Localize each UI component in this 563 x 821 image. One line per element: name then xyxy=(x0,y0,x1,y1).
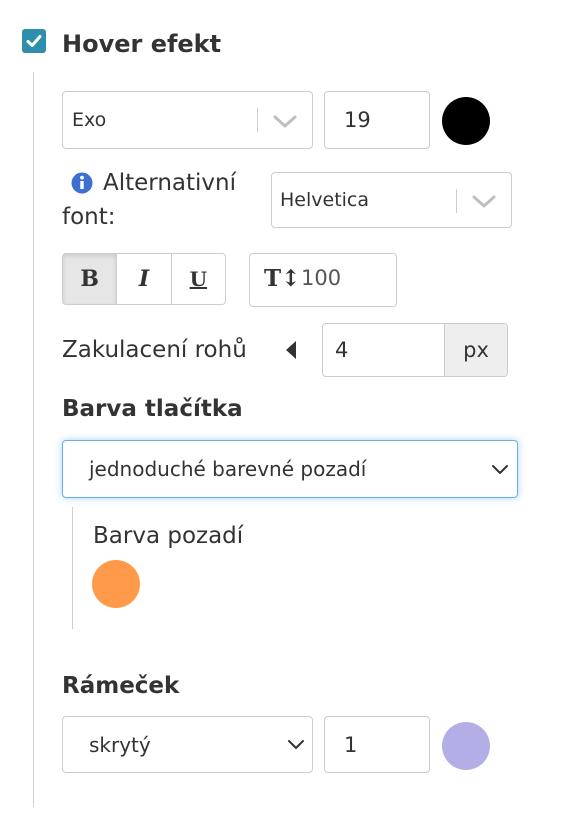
text-format-group: B I U xyxy=(62,253,226,305)
font-family-value: Exo xyxy=(72,109,107,131)
line-height-icon: T↕ xyxy=(264,265,301,292)
border-style-value: skrytý xyxy=(89,732,151,757)
chevron-down-icon xyxy=(288,740,304,749)
border-heading: Rámeček xyxy=(62,673,180,699)
corner-radius-label: Zakulacení rohů xyxy=(62,337,247,363)
font-color-swatch[interactable] xyxy=(442,97,490,145)
chevron-down-icon xyxy=(273,115,297,128)
alt-font-select[interactable]: Helvetica xyxy=(271,172,512,228)
line-height-value: 100 xyxy=(301,266,342,290)
button-color-mode-value: jednoduché barevné pozadí xyxy=(89,457,367,481)
corner-radius-value: 4 xyxy=(335,338,349,362)
hover-effect-checkbox[interactable] xyxy=(22,29,46,53)
bold-button[interactable]: B xyxy=(63,254,118,304)
button-color-mode-select[interactable]: jednoduché barevné pozadí xyxy=(62,440,518,498)
button-color-heading: Barva tlačítka xyxy=(62,396,243,422)
font-size-input[interactable]: 19 xyxy=(324,91,430,149)
caret-left-icon[interactable] xyxy=(284,340,298,360)
corner-radius-unit: px xyxy=(444,324,507,376)
chevron-down-icon xyxy=(492,465,508,474)
border-width-value: 1 xyxy=(344,732,358,757)
line-height-input[interactable]: T↕ 100 xyxy=(249,253,397,307)
border-style-select[interactable]: skrytý xyxy=(62,716,313,773)
underline-button[interactable]: U xyxy=(172,254,225,304)
italic-button-label: I xyxy=(138,266,150,292)
check-icon xyxy=(26,35,42,47)
section-divider-line xyxy=(33,72,34,807)
underline-button-label: U xyxy=(189,267,208,291)
bold-button-label: B xyxy=(80,266,99,292)
corner-radius-input[interactable]: 4 px xyxy=(322,323,508,377)
background-color-label: Barva pozadí xyxy=(93,523,244,549)
alt-font-label-line1: Alternativní xyxy=(103,170,237,196)
alt-font-value: Helvetica xyxy=(280,189,370,211)
italic-button[interactable]: I xyxy=(117,254,172,304)
select-separator xyxy=(257,108,258,132)
background-color-swatch[interactable] xyxy=(92,560,140,608)
select-separator xyxy=(456,189,457,213)
font-family-select[interactable]: Exo xyxy=(62,91,313,149)
chevron-down-icon xyxy=(472,195,496,208)
border-width-input[interactable]: 1 xyxy=(324,716,430,773)
info-icon xyxy=(71,172,93,194)
hover-effect-title: Hover efekt xyxy=(62,30,222,58)
nested-divider-line xyxy=(72,507,73,629)
alt-font-label-line2: font: xyxy=(62,204,116,230)
border-color-swatch[interactable] xyxy=(442,722,490,770)
font-size-value: 19 xyxy=(344,108,371,132)
